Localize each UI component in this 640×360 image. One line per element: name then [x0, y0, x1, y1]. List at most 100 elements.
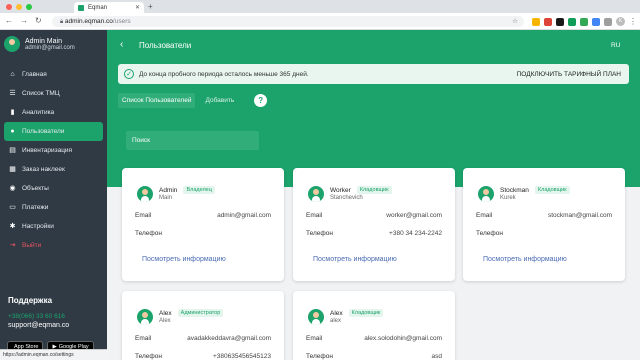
support-phone[interactable]: +38(066) 33 60 616 [8, 313, 69, 320]
close-window-button[interactable] [6, 4, 12, 10]
email-row: Email admin@gmail.com [135, 212, 271, 219]
tab-user-list[interactable]: Список Пользователей [118, 93, 196, 108]
home-icon: ⌂ [10, 71, 15, 78]
sidebar-item-logout[interactable]: ⇥ Выйти [4, 236, 103, 255]
extension-icon[interactable] [604, 17, 612, 26]
email-label: Email [135, 212, 152, 219]
connect-plan-button[interactable]: ПОДКЛЮЧИТЬ ТАРИФНЫЙ ПЛАН [517, 71, 621, 78]
sidebar-item-payments[interactable]: ▭ Платежи [4, 198, 103, 217]
view-info-link[interactable]: Посмотреть информацию [483, 256, 567, 263]
role-badge: Кладовщик [356, 186, 392, 194]
sidebar-item-location[interactable]: ◉ Объекты [4, 179, 103, 198]
location-icon: ◉ [9, 185, 16, 192]
header-banner [107, 30, 640, 187]
email-value: admin@gmail.com [217, 212, 271, 219]
browser-menu-icon[interactable]: ⋮ [629, 17, 637, 26]
user-card[interactable]: Worker Кладовщик Stanchevich Email worker@gm… [293, 168, 455, 281]
search-input[interactable]: Поиск [126, 131, 259, 150]
phone-label: Телефон [306, 353, 333, 360]
sidebar-item-inventory[interactable]: ▤ Инвентаризация [4, 141, 103, 160]
user-card-name: Worker [330, 186, 351, 194]
user-card-name: Alex [330, 309, 343, 317]
url-input[interactable]: 🔒︎ admin.eqman.co/users ☆ [52, 16, 524, 27]
sidebar-item-users[interactable]: ● Пользователи [4, 122, 103, 141]
tab-add-user[interactable]: Добавить [201, 93, 238, 108]
user-name: Admin Main [25, 37, 62, 45]
role-badge: Кладовщик [348, 309, 384, 317]
user-card-header: Admin Владелец Main [137, 186, 215, 202]
sidebar: Admin Main admin@gmail.com ⌂ Главная ☰ Спис… [0, 30, 107, 360]
sidebar-item-list[interactable]: ☰ Список ТМЦ [4, 84, 103, 103]
avatar [308, 309, 324, 325]
bookmark-star-icon[interactable]: ☆ [512, 16, 518, 27]
sidebar-item-label: Выйти [22, 242, 42, 249]
sidebar-item-label: Объекты [22, 185, 49, 192]
minimize-window-button[interactable] [16, 4, 22, 10]
status-bar-url: https://admin.eqman.co/settings [0, 349, 107, 360]
sidebar-item-analytics[interactable]: ▮ Аналитика [4, 103, 103, 122]
user-card-surname: Stanchevich [330, 195, 363, 201]
email-value: avadakkeddavra@gmail.com [187, 335, 271, 342]
user-card-name: Admin [159, 186, 178, 194]
view-info-link[interactable]: Посмотреть информацию [313, 256, 397, 263]
forward-icon[interactable]: → [20, 16, 28, 25]
role-badge: Администратор [177, 309, 224, 317]
user-card-header: Alex Администратор Alex [137, 309, 224, 325]
user-card-surname: Main [159, 195, 173, 201]
avatar [137, 186, 153, 202]
email-label: Email [306, 335, 323, 342]
email-row: Email worker@gmail.com [306, 212, 442, 219]
sidebar-item-label: Пользователи [22, 128, 65, 135]
user-card[interactable]: Alex Администратор Alex Email avadakkeddavra… [122, 291, 284, 360]
extension-icon[interactable] [580, 17, 588, 26]
sidebar-item-label: Платежи [22, 204, 49, 211]
maximize-window-button[interactable] [26, 4, 32, 10]
logout-icon: ⇥ [9, 242, 16, 249]
browser-profile-avatar[interactable]: K [616, 17, 625, 26]
email-label: Email [306, 212, 323, 219]
email-value: worker@gmail.com [386, 212, 442, 219]
user-card-header: Worker Кладовщик Stanchevich [308, 186, 392, 202]
phone-label: Телефон [306, 230, 333, 237]
user-card-header: Stockman Кладовщик Kurek [478, 186, 570, 202]
sidebar-item-qr[interactable]: ▦ Заказ наклеек [4, 160, 103, 179]
inventory-icon: ▤ [9, 147, 16, 154]
user-profile[interactable]: Admin Main admin@gmail.com [4, 36, 75, 52]
extension-icon[interactable] [592, 17, 600, 26]
support-email[interactable]: support@eqman.co [8, 322, 69, 329]
close-tab-icon[interactable]: ✕ [135, 4, 140, 11]
back-icon[interactable]: ← [5, 16, 13, 25]
address-bar-row: ← → ↻ 🔒︎ admin.eqman.co/users ☆ K ⋮ [0, 13, 640, 30]
email-label: Email [135, 335, 152, 342]
extension-icon[interactable] [556, 17, 564, 26]
extensions-bar: K ⋮ [532, 17, 637, 26]
sidebar-item-gear[interactable]: ✱ Настройки [4, 217, 103, 236]
back-arrow-icon[interactable]: ‹ [120, 39, 123, 50]
browser-tab[interactable]: Eqman ✕ [74, 2, 144, 13]
favicon-icon [78, 4, 84, 11]
phone-value: +380 34 234-2242 [389, 230, 442, 237]
new-tab-button[interactable]: + [148, 2, 153, 11]
user-card-name-row: Alex Кладовщик [330, 309, 384, 317]
trial-message: До конца пробного периода осталось меньш… [139, 71, 309, 78]
email-row: Email alex.solodohin@gmail.com [306, 335, 442, 342]
nav-buttons: ← → ↻ [5, 16, 42, 25]
url-host: admin.eqman.co [64, 18, 113, 25]
extension-icon[interactable] [568, 17, 576, 26]
language-switch[interactable]: RU [611, 42, 620, 49]
view-info-link[interactable]: Посмотреть информацию [142, 256, 226, 263]
help-icon[interactable]: ? [254, 94, 268, 107]
sidebar-item-label: Аналитика [22, 109, 55, 116]
extension-icon[interactable] [532, 17, 540, 26]
extension-icon[interactable] [544, 17, 552, 26]
user-card-surname: Kurek [500, 195, 516, 201]
user-card[interactable]: Admin Владелец Main Email admin@gmail.com Тел… [122, 168, 284, 281]
reload-icon[interactable]: ↻ [35, 16, 42, 25]
sidebar-item-label: Главная [22, 71, 47, 78]
url-path: /users [112, 18, 131, 25]
window-controls [6, 4, 32, 10]
support-block: Поддержка +38(066) 33 60 616 support@eqm… [8, 296, 69, 329]
user-card[interactable]: Stockman Кладовщик Kurek Email stockman@gmai… [463, 168, 625, 281]
sidebar-item-home[interactable]: ⌂ Главная [4, 65, 103, 84]
user-card[interactable]: Alex Кладовщик alex Email alex.solodohin@gma… [293, 291, 455, 360]
